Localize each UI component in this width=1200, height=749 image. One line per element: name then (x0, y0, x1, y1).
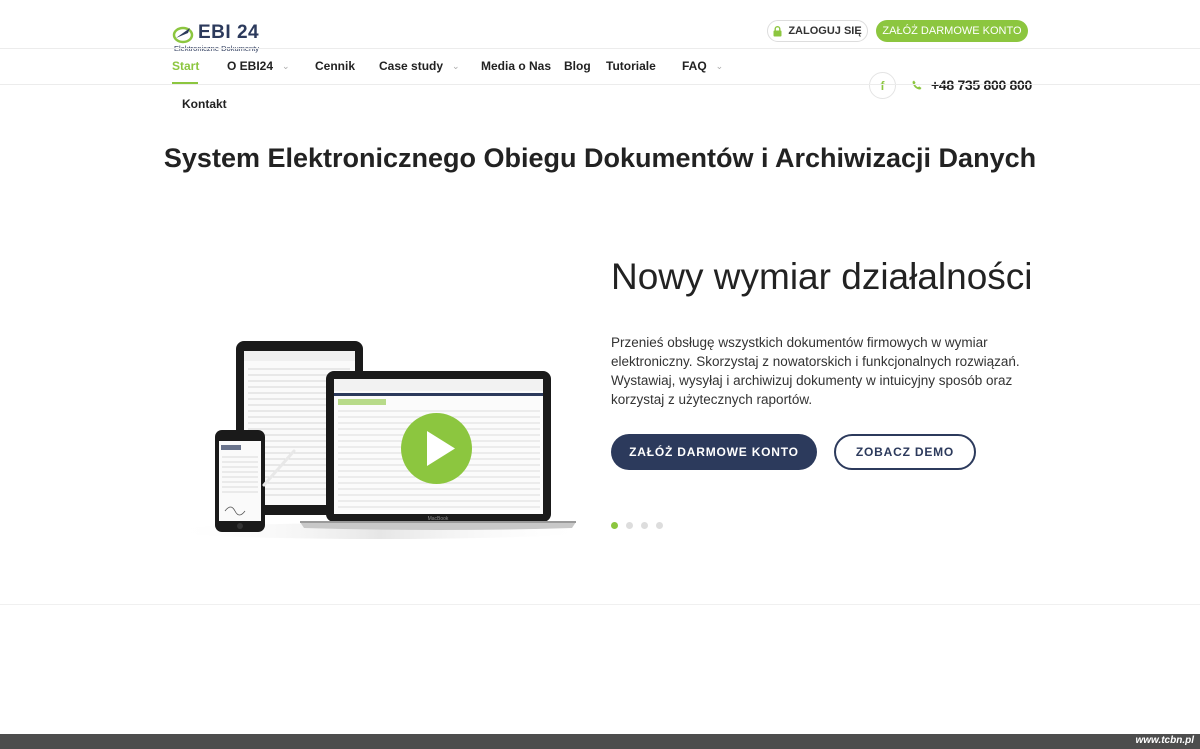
slider-dot-2[interactable] (626, 522, 633, 529)
nav-item-cennik[interactable]: Cennik (315, 59, 355, 73)
hero-heading: Nowy wymiar działalności (611, 256, 1033, 297)
phone-contact[interactable]: +48 735 800 800 (912, 77, 1032, 93)
slider-pagination (611, 522, 663, 529)
nav-label-blog: Blog (564, 59, 591, 73)
phone-number: +48 735 800 800 (931, 77, 1032, 93)
create-free-account-button[interactable]: ZAŁÓŻ DARMOWE KONTO (611, 434, 817, 470)
play-video-icon[interactable] (401, 413, 472, 484)
devices-illustration: MacBook (170, 341, 590, 539)
chevron-down-icon: ⌄ (452, 60, 460, 71)
register-button-top[interactable]: ZAŁÓŻ DARMOWE KONTO (876, 20, 1028, 42)
nav-item-faq[interactable]: FAQ ⌄ (682, 59, 723, 73)
laptop-brand-label: MacBook (428, 516, 449, 522)
section-divider (0, 604, 1200, 605)
nav-item-tutoriale[interactable]: Tutoriale (606, 59, 656, 73)
nav-label-case-study: Case study (379, 59, 444, 73)
nav-item-kontakt[interactable]: Kontakt (182, 97, 227, 111)
header-divider (0, 48, 1200, 49)
nav-label-kontakt: Kontakt (182, 97, 227, 111)
nav-label-o-ebi24: O EBI24 (227, 59, 274, 73)
lock-icon (773, 25, 782, 36)
login-label: ZALOGUJ SIĘ (788, 25, 862, 37)
nav-item-case-study[interactable]: Case study ⌄ (379, 59, 460, 73)
footer-bar: www.tcbn.pl (0, 734, 1200, 749)
view-demo-button[interactable]: ZOBACZ DEMO (834, 434, 976, 470)
nav-label-cennik: Cennik (315, 59, 356, 73)
nav-label-start: Start (172, 59, 200, 73)
nav-label-tutoriale: Tutoriale (606, 59, 656, 73)
nav-item-o-ebi24[interactable]: O EBI24 ⌄ (227, 59, 290, 73)
nav-item-blog[interactable]: Blog (564, 59, 591, 73)
slider-dot-1[interactable] (611, 522, 618, 529)
nav-label-faq: FAQ (682, 59, 707, 73)
facebook-icon[interactable]: f (869, 72, 896, 99)
slider-dot-3[interactable] (641, 522, 648, 529)
watermark-text: www.tcbn.pl (1135, 735, 1194, 746)
logo-arrow-icon (172, 26, 194, 44)
logo-text: EBI 24 (198, 22, 260, 43)
page-title: System Elektronicznego Obiegu Dokumentów… (163, 143, 1037, 173)
nav-item-media[interactable]: Media o Nas (481, 59, 551, 73)
chevron-down-icon: ⌄ (715, 60, 724, 71)
nav-label-media: Media o Nas (481, 59, 552, 73)
phone-icon (912, 80, 922, 90)
hero-description: Przenieś obsługę wszystkich dokumentów f… (611, 335, 1020, 407)
logo[interactable]: EBI 24 Elektroniczne Dokumenty (172, 22, 272, 54)
nav-divider (0, 84, 1200, 85)
slider-dot-4[interactable] (656, 522, 663, 529)
login-button[interactable]: ZALOGUJ SIĘ (767, 20, 868, 42)
nav-item-start[interactable]: Start (172, 59, 199, 73)
chevron-down-icon: ⌄ (282, 60, 290, 71)
